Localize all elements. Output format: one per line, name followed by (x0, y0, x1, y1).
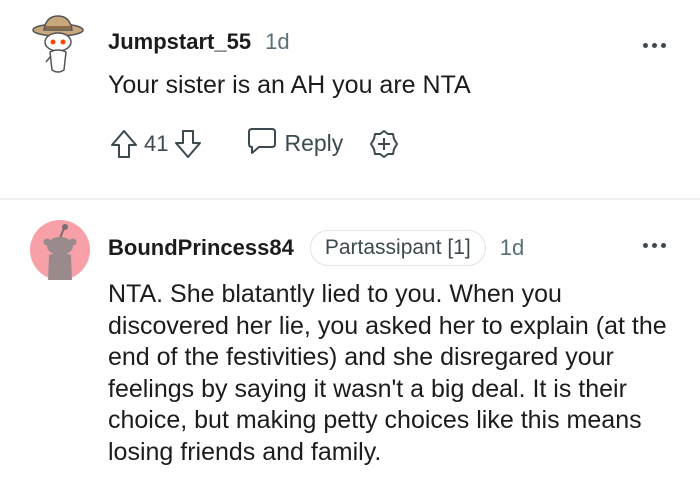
user-flair: Partassipant [1] (309, 230, 486, 266)
pink-snoo-avatar-icon[interactable] (30, 220, 90, 280)
reply-button[interactable]: Reply (246, 126, 343, 161)
more-options-icon[interactable] (643, 243, 666, 248)
comment-text: NTA. She blatantly lied to you. When you… (108, 280, 667, 466)
vote-score: 41 (144, 130, 169, 156)
reply-label: Reply (284, 130, 344, 156)
upvote-icon[interactable] (108, 127, 140, 161)
comment-meta: Jumpstart_55 1d (108, 29, 290, 55)
award-plus-icon[interactable] (367, 127, 401, 161)
comment-actions: 41 Reply (108, 126, 401, 161)
comment: Jumpstart_55 1d Your sister is an AH you… (0, 0, 700, 198)
username[interactable]: BoundPrincess84 (108, 235, 294, 261)
more-options-icon[interactable] (643, 43, 666, 48)
username[interactable]: Jumpstart_55 (108, 29, 251, 55)
comment-meta: BoundPrincess84 Partassipant [1] 1d (108, 230, 524, 266)
cowboy-snoo-avatar-icon[interactable] (30, 12, 86, 76)
comment: BoundPrincess84 Partassipant [1] 1d NTA.… (0, 200, 700, 490)
timestamp: 1d (499, 235, 525, 260)
chat-bubble-icon (246, 126, 278, 161)
timestamp: 1d (265, 29, 290, 54)
comment-text: Your sister is an AH you are NTA (108, 71, 471, 99)
downvote-icon[interactable] (172, 127, 204, 161)
